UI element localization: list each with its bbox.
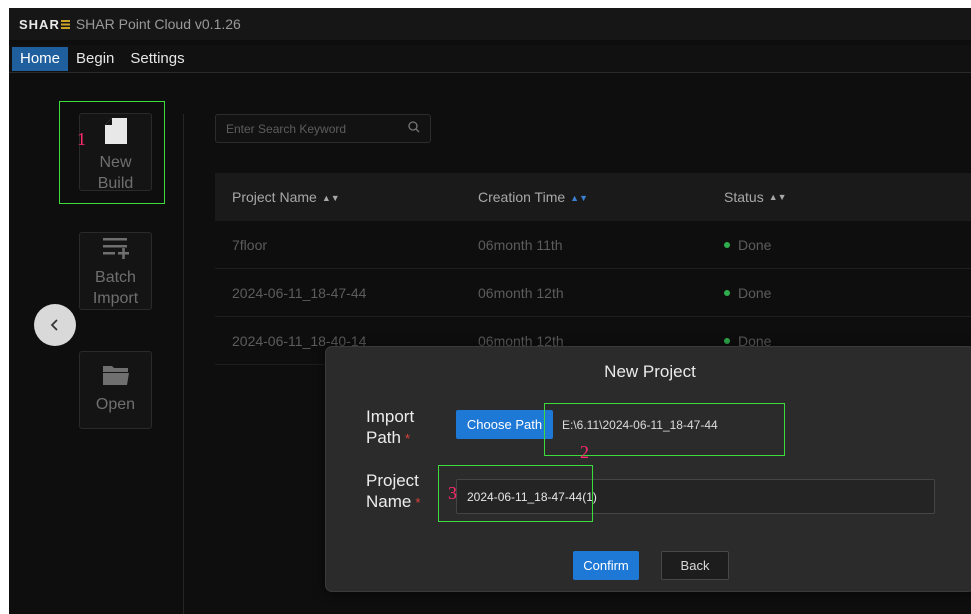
title-bar: SHAR SHAR Point Cloud v0.1.26 bbox=[9, 8, 971, 40]
logo-text: SHAR bbox=[19, 16, 60, 32]
table-row[interactable]: 2024-06-11_18-47-44 06month 12th Done bbox=[215, 269, 971, 317]
batch-import-label-line1: Batch bbox=[95, 269, 136, 286]
search-input[interactable] bbox=[226, 121, 396, 136]
back-button[interactable]: Back bbox=[661, 551, 729, 580]
open-label: Open bbox=[95, 396, 136, 413]
app-title: SHAR Point Cloud v0.1.26 bbox=[75, 16, 241, 32]
choose-path-button[interactable]: Choose Path bbox=[456, 410, 553, 439]
menu-item-settings[interactable]: Settings bbox=[122, 47, 192, 71]
app-window: SHAR SHAR Point Cloud v0.1.26 Home Begin… bbox=[9, 8, 971, 614]
menu-item-begin[interactable]: Begin bbox=[68, 47, 122, 71]
cell-status: Done bbox=[707, 237, 955, 253]
annotation-box-3 bbox=[438, 465, 593, 522]
sort-icon: ▲▼ bbox=[570, 193, 588, 204]
batch-import-button[interactable]: Batch Import bbox=[79, 232, 152, 310]
search-icon[interactable] bbox=[408, 121, 420, 136]
cell-status: Done bbox=[707, 285, 955, 301]
sort-icon: ▲▼ bbox=[321, 193, 340, 204]
new-project-dialog: New Project Import Path * Choose Path E:\… bbox=[325, 346, 971, 592]
batch-import-icon bbox=[102, 237, 129, 265]
open-button[interactable]: Open bbox=[79, 351, 152, 429]
cell-creation-time: 06month 12th bbox=[478, 284, 564, 301]
app-logo: SHAR bbox=[19, 17, 76, 32]
required-mark: * bbox=[404, 431, 411, 446]
collapse-button[interactable] bbox=[34, 304, 76, 346]
menu-bar: Home Begin Settings bbox=[9, 45, 971, 73]
header-status[interactable]: Status ▲▼ bbox=[707, 189, 955, 205]
status-dot-icon bbox=[724, 289, 730, 296]
menu-item-home[interactable]: Home bbox=[12, 46, 69, 71]
status-dot-icon bbox=[724, 241, 730, 248]
required-mark: * bbox=[415, 495, 421, 510]
annotation-box-1 bbox=[59, 101, 165, 204]
batch-import-label-line2: Import bbox=[92, 290, 139, 307]
project-table: Project Name ▲▼ Creation Time ▲▼ Status ▲▼ … bbox=[215, 173, 971, 365]
cell-project-name: 7floor bbox=[232, 236, 268, 253]
annotation-number-3: 3 bbox=[448, 483, 457, 503]
project-name-label: Project Name * bbox=[366, 471, 421, 511]
logo-lines-icon bbox=[60, 19, 70, 29]
cell-project-name: 2024-06-11_18-47-44 bbox=[232, 284, 367, 301]
import-path-label: Import Path * bbox=[366, 407, 415, 447]
sidebar-divider bbox=[183, 114, 184, 614]
chevron-left-icon bbox=[50, 319, 58, 331]
table-row[interactable]: 7floor 06month 11th Done bbox=[215, 221, 971, 269]
annotation-number-2: 2 bbox=[580, 442, 589, 462]
header-creation-time[interactable]: Creation Time ▲▼ bbox=[461, 189, 707, 205]
search-box bbox=[215, 114, 431, 143]
sort-icon: ▲▼ bbox=[768, 192, 787, 202]
status-dot-icon bbox=[724, 337, 730, 344]
header-project-name[interactable]: Project Name ▲▼ bbox=[215, 189, 461, 205]
annotation-number-1: 1 bbox=[77, 129, 86, 149]
table-header: Project Name ▲▼ Creation Time ▲▼ Status ▲▼ bbox=[215, 173, 971, 221]
confirm-button[interactable]: Confirm bbox=[573, 551, 639, 580]
dialog-title: New Project bbox=[604, 362, 696, 381]
cell-creation-time: 06month 11th bbox=[478, 236, 563, 253]
folder-icon bbox=[102, 364, 129, 392]
